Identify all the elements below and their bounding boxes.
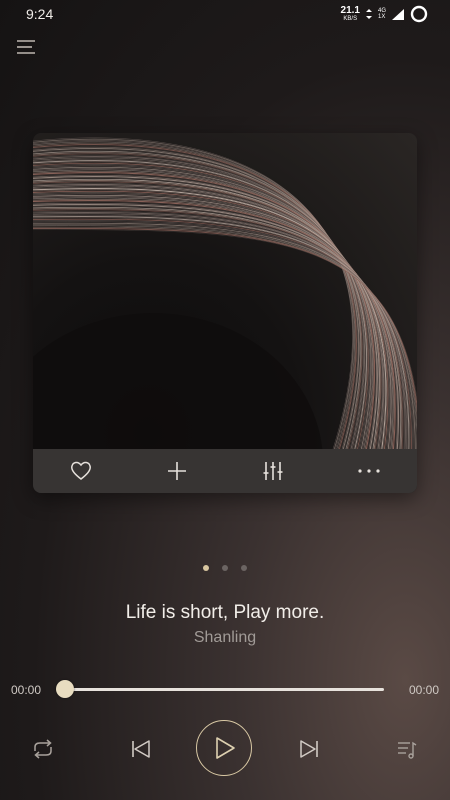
network-speed-value: 21.1 [340, 5, 360, 16]
track-artist: Shanling [193, 629, 257, 646]
status-indicators: 21.1 KB/S 4G 1X [341, 5, 428, 23]
data-transfer-icon [365, 9, 372, 19]
total-time: 00:00 [408, 683, 439, 697]
status-bar: 9:24 21.1 KB/S 4G 1X [0, 0, 450, 28]
network-speed-unit: KB/S [343, 16, 358, 22]
next-icon [300, 740, 318, 758]
status-time: 9:24 [26, 6, 54, 22]
add-to-playlist-button[interactable] [157, 455, 197, 487]
heart-icon [71, 461, 91, 480]
album-action-bar [33, 449, 417, 493]
progress-knob[interactable] [56, 680, 74, 698]
current-time: 00:00 [11, 683, 42, 697]
equalizer-button[interactable] [253, 455, 293, 487]
previous-icon [132, 740, 150, 758]
battery-ring-icon [410, 5, 428, 23]
album-art [33, 133, 417, 493]
menu-button[interactable] [15, 37, 37, 57]
repeat-button[interactable] [28, 734, 58, 764]
play-icon [216, 737, 235, 759]
page-dot-3[interactable] [241, 565, 247, 571]
playlist-icon [398, 741, 417, 759]
favorite-button[interactable] [61, 455, 101, 487]
playlist-button[interactable] [392, 734, 422, 764]
page-dot-2[interactable] [222, 565, 228, 571]
network-speed: 21.1 KB/S [340, 5, 360, 23]
page-dot-1[interactable] [203, 565, 209, 571]
plus-icon [168, 462, 186, 480]
next-button[interactable] [294, 734, 324, 764]
network-type: 4G 1X [378, 8, 386, 20]
track-title: Life is short, Play more. [125, 602, 325, 623]
artwork-shadow [33, 313, 323, 493]
repeat-icon [34, 739, 52, 759]
play-button[interactable] [196, 720, 252, 776]
signal-icon [392, 8, 404, 20]
album-card [33, 133, 417, 493]
more-options-button[interactable] [349, 455, 389, 487]
previous-button[interactable] [126, 734, 156, 764]
equalizer-icon [263, 462, 283, 480]
more-icon [358, 469, 380, 473]
network-type-secondary: 1X [377, 14, 386, 20]
page-indicator [0, 565, 450, 571]
menu-icon [17, 40, 35, 54]
album-art-image [33, 137, 417, 493]
progress-track[interactable] [66, 688, 384, 691]
